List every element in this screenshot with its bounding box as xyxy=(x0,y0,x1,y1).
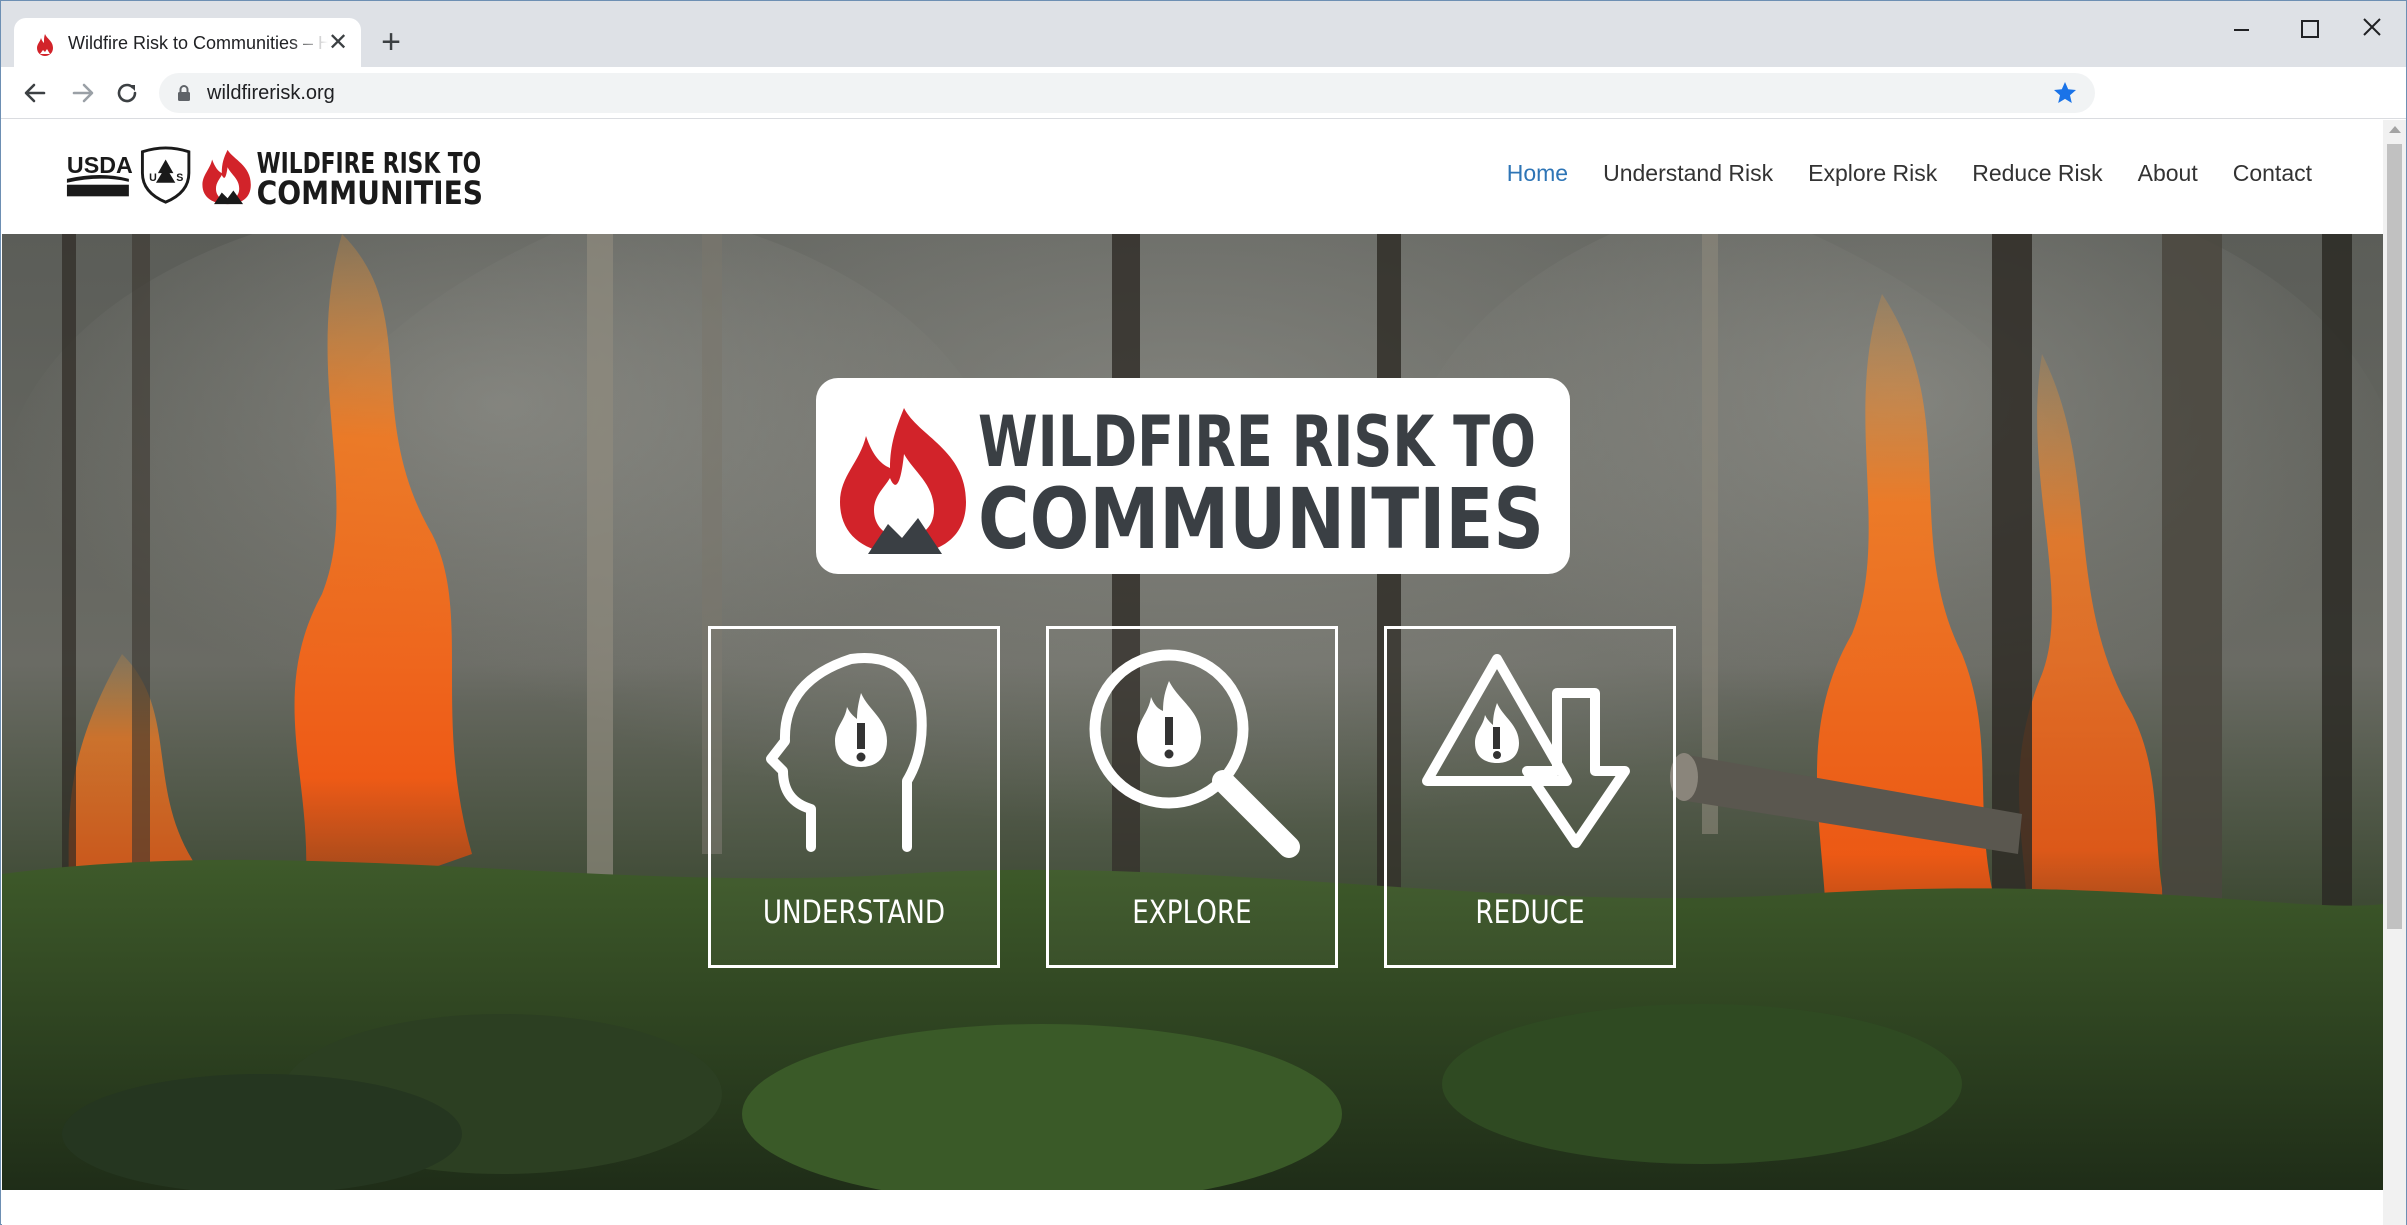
svg-text:USDA: USDA xyxy=(67,152,133,178)
head-fire-icon xyxy=(766,653,927,852)
hero-section: WILDFIRE RISK TO COMMUNITIES UNDERSTAND xyxy=(2,234,2383,1190)
understand-label: UNDERSTAND xyxy=(762,893,946,931)
tab-close-icon[interactable]: ✕ xyxy=(324,29,352,57)
minimize-button[interactable] xyxy=(2215,9,2269,49)
nav-home[interactable]: Home xyxy=(1507,160,1568,187)
address-bar[interactable]: wildfirerisk.org xyxy=(159,73,2095,113)
scroll-up-arrow-icon[interactable] xyxy=(2389,126,2401,133)
tab-title: Wildfire Risk to Communities – Home xyxy=(68,33,328,53)
warning-arrow-down-icon xyxy=(1422,654,1630,848)
scrollbar-thumb[interactable] xyxy=(2387,144,2402,929)
nav-explore-risk[interactable]: Explore Risk xyxy=(1808,160,1937,187)
browser-toolbar: wildfirerisk.org xyxy=(1,67,2406,119)
close-icon xyxy=(2363,18,2381,36)
reduce-label: REDUCE xyxy=(1475,893,1585,931)
bookmark-star-icon[interactable] xyxy=(2051,79,2079,107)
web-page: USDA U S WILDFIRE RISK TO COMMUNITIES Ho… xyxy=(2,120,2383,1225)
close-window-button[interactable] xyxy=(2345,9,2399,49)
browser-tab[interactable]: Wildfire Risk to Communities – Home ✕ xyxy=(14,18,361,67)
understand-tile[interactable]: UNDERSTAND xyxy=(708,626,1000,968)
svg-text:U: U xyxy=(149,172,157,184)
page-scrollbar[interactable] xyxy=(2383,120,2406,1225)
hero-logo: WILDFIRE RISK TO COMMUNITIES xyxy=(840,401,1544,568)
lock-icon xyxy=(178,85,190,101)
flame-logo-icon xyxy=(202,149,251,205)
nav-reduce-risk[interactable]: Reduce Risk xyxy=(1972,160,2102,187)
magnifier-fire-icon xyxy=(1089,649,1300,858)
browser-window: Wildfire Risk to Communities – Home ✕ + xyxy=(0,0,2407,1225)
url-text: wildfirerisk.org xyxy=(207,82,335,104)
reload-icon[interactable] xyxy=(109,75,145,111)
site-header: USDA U S WILDFIRE RISK TO COMMUNITIES Ho… xyxy=(2,120,2383,234)
hero-flame-icon xyxy=(840,408,966,554)
svg-text:S: S xyxy=(176,172,183,184)
nav-understand-risk[interactable]: Understand Risk xyxy=(1603,160,1773,187)
page-below-fold xyxy=(2,1190,2383,1225)
nav-contact[interactable]: Contact xyxy=(2233,160,2312,187)
svg-text:COMMUNITIES: COMMUNITIES xyxy=(257,174,483,206)
explore-label: EXPLORE xyxy=(1132,893,1252,931)
reduce-tile[interactable]: REDUCE xyxy=(1384,626,1676,968)
forward-arrow-icon[interactable] xyxy=(65,75,101,111)
back-arrow-icon[interactable] xyxy=(17,75,53,111)
maximize-button[interactable] xyxy=(2281,9,2335,49)
nav-about[interactable]: About xyxy=(2138,160,2198,187)
svg-text:COMMUNITIES: COMMUNITIES xyxy=(978,470,1544,568)
tab-strip: Wildfire Risk to Communities – Home ✕ + xyxy=(1,1,2406,67)
site-logo[interactable]: USDA U S WILDFIRE RISK TO COMMUNITIES xyxy=(60,146,490,206)
flame-favicon-icon xyxy=(37,34,53,56)
new-tab-button[interactable]: + xyxy=(373,25,409,61)
hero-logo-card: WILDFIRE RISK TO COMMUNITIES xyxy=(816,378,1570,574)
explore-tile[interactable]: EXPLORE xyxy=(1046,626,1338,968)
main-nav: Home Understand Risk Explore Risk Reduce… xyxy=(1472,160,2312,187)
forest-service-shield-icon: U S xyxy=(140,146,191,204)
